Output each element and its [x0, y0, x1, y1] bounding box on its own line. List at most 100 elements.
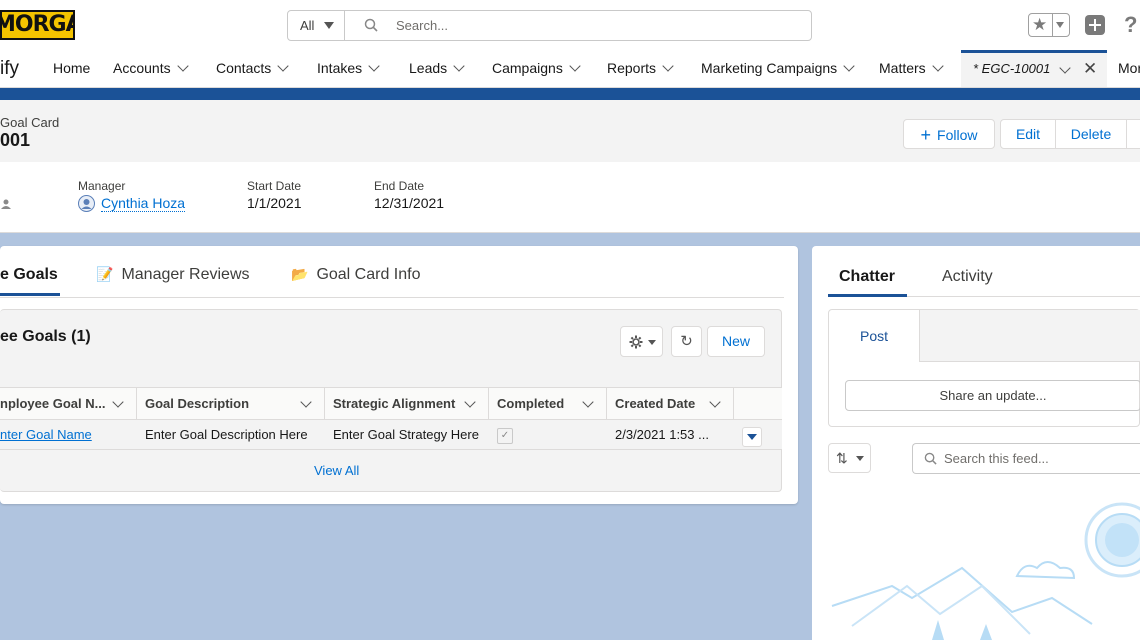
chevron-down-icon[interactable] — [1059, 62, 1071, 74]
notepad-icon: 📝 — [96, 266, 114, 282]
tab-goal-card-info[interactable]: 📂 Goal Card Info — [291, 266, 421, 284]
chevron-down-icon[interactable] — [453, 60, 465, 72]
nav-tab-active-record[interactable]: * EGC-10001 ✕ — [961, 50, 1107, 87]
record-title: 001 — [0, 130, 31, 150]
created-date-cell: 2/3/2021 1:53 ... — [615, 427, 709, 442]
record-tabs: e Goals 📝 Manager Reviews 📂 Goal Card Info — [0, 246, 784, 298]
brand-band — [0, 88, 1140, 100]
manager-label: Manager — [78, 179, 126, 193]
column-header-completed[interactable]: Completed — [489, 388, 607, 419]
manager-link[interactable]: Cynthia Hoza — [101, 195, 186, 212]
chevron-down-icon[interactable] — [300, 396, 312, 408]
empty-feed-illustration — [831, 502, 1140, 640]
goal-name-link[interactable]: nter Goal Name — [0, 427, 92, 442]
column-header-created-date[interactable]: Created Date — [607, 388, 734, 419]
nav-item-more[interactable]: Mor — [1118, 50, 1140, 87]
favorites-button[interactable]: ★ — [1028, 13, 1070, 37]
tab-employee-goals[interactable]: e Goals — [0, 266, 58, 284]
divider — [1052, 14, 1053, 36]
nav-item-marketing-campaigns[interactable]: Marketing Campaigns — [701, 50, 855, 87]
nav-item-matters[interactable]: Matters — [879, 50, 944, 87]
row-actions-menu-button[interactable] — [742, 427, 762, 447]
record-header: Goal Card 001 + Follow Edit Delete — [0, 100, 1140, 162]
more-actions-button[interactable] — [1126, 119, 1140, 149]
nav-item-campaigns[interactable]: Campaigns — [492, 50, 581, 87]
folder-icon: 📂 — [291, 266, 309, 282]
related-list-title[interactable]: ee Goals (1) — [0, 328, 91, 346]
feed-sort-button[interactable]: ⇅ — [828, 443, 871, 473]
active-tab-indicator — [0, 293, 60, 296]
goal-description-cell: Enter Goal Description Here — [145, 427, 308, 442]
column-header-goal-name[interactable]: nployee Goal N... — [0, 388, 137, 419]
table-header-row: nployee Goal N... Goal Description Strat… — [0, 387, 782, 420]
share-update-input[interactable]: Share an update... — [845, 380, 1140, 411]
nav-item-intakes[interactable]: Intakes — [317, 50, 380, 87]
column-label: Goal Description — [145, 396, 250, 411]
column-label: Created Date — [615, 396, 696, 411]
chevron-down-icon[interactable] — [709, 396, 721, 408]
refresh-icon: ↻ — [680, 333, 693, 350]
search-scope-dropdown[interactable]: All — [288, 11, 345, 40]
close-icon[interactable]: ✕ — [1083, 60, 1097, 78]
star-icon: ★ — [1032, 15, 1048, 34]
tab-chatter[interactable]: Chatter — [839, 268, 895, 286]
goal-name-cell[interactable]: nter Goal Name — [0, 420, 137, 449]
chevron-down-icon[interactable] — [569, 60, 581, 72]
chevron-down-icon[interactable] — [464, 396, 476, 408]
edit-button[interactable]: Edit — [1000, 119, 1056, 149]
chevron-down-icon[interactable] — [176, 60, 189, 72]
nav-item-leads[interactable]: Leads — [409, 50, 465, 87]
chevron-down-icon[interactable] — [368, 60, 380, 72]
nav-label: Contacts — [216, 60, 272, 76]
tab-manager-reviews[interactable]: 📝 Manager Reviews — [96, 266, 250, 284]
sort-icon: ⇅ — [836, 450, 848, 466]
plus-icon: + — [920, 125, 932, 145]
global-header: MORGAN All Search... ★ ? — [0, 0, 1140, 50]
chevron-down-icon[interactable] — [277, 60, 289, 72]
chevron-down-icon[interactable] — [932, 60, 944, 72]
app-nav-bar: ify Home Accounts Contacts Intakes Leads… — [0, 50, 1140, 88]
nav-item-home[interactable]: Home — [53, 50, 90, 87]
column-header-strategic-alignment[interactable]: Strategic Alignment — [325, 388, 489, 419]
view-all-link[interactable]: View All — [314, 463, 359, 478]
nav-item-reports[interactable]: Reports — [607, 50, 674, 87]
global-actions-add-icon[interactable] — [1085, 15, 1105, 35]
nav-label: Leads — [409, 60, 448, 76]
chevron-down-icon[interactable] — [662, 60, 674, 72]
end-date-value: 12/31/2021 — [374, 195, 445, 211]
help-icon[interactable]: ? — [1124, 12, 1137, 38]
strategic-alignment-cell: Enter Goal Strategy Here — [333, 427, 479, 442]
caret-down-icon — [856, 456, 864, 461]
feed-search-input[interactable]: Search this feed... — [912, 443, 1140, 474]
new-button[interactable]: New — [707, 326, 765, 357]
chevron-down-icon[interactable] — [112, 396, 124, 408]
company-logo[interactable]: MORGAN — [0, 10, 75, 40]
user-avatar-icon — [78, 195, 95, 212]
search-icon — [924, 452, 937, 465]
nav-label: Intakes — [317, 60, 363, 76]
change-owner-icon[interactable] — [0, 198, 12, 210]
column-header-goal-description[interactable]: Goal Description — [137, 388, 325, 419]
search-icon — [364, 18, 378, 32]
nav-item-accounts[interactable]: Accounts — [113, 50, 189, 87]
search-input[interactable]: Search... — [396, 11, 448, 40]
nav-item-contacts[interactable]: Contacts — [216, 50, 289, 87]
delete-button[interactable]: Delete — [1055, 119, 1127, 149]
nav-label: Campaigns — [492, 60, 563, 76]
tab-post[interactable]: Post — [860, 328, 888, 344]
list-settings-button[interactable] — [620, 326, 663, 357]
nav-label: Reports — [607, 60, 657, 76]
tab-label: Manager Reviews — [121, 266, 250, 283]
caret-down-icon — [648, 340, 656, 345]
tab-activity[interactable]: Activity — [942, 268, 993, 286]
object-type-label: Goal Card — [0, 115, 60, 130]
column-label: Strategic Alignment — [333, 396, 456, 411]
chevron-down-icon[interactable] — [582, 396, 594, 408]
refresh-button[interactable]: ↻ — [671, 326, 702, 357]
end-date-label: End Date — [374, 179, 425, 193]
column-label: Completed — [497, 396, 565, 411]
related-list-employee-goals: ee Goals (1) ↻ New nployee Goal N... Goa… — [0, 309, 782, 492]
follow-button[interactable]: + Follow — [903, 119, 995, 149]
publisher-tab-bar — [919, 310, 1140, 362]
chevron-down-icon[interactable] — [843, 60, 855, 72]
